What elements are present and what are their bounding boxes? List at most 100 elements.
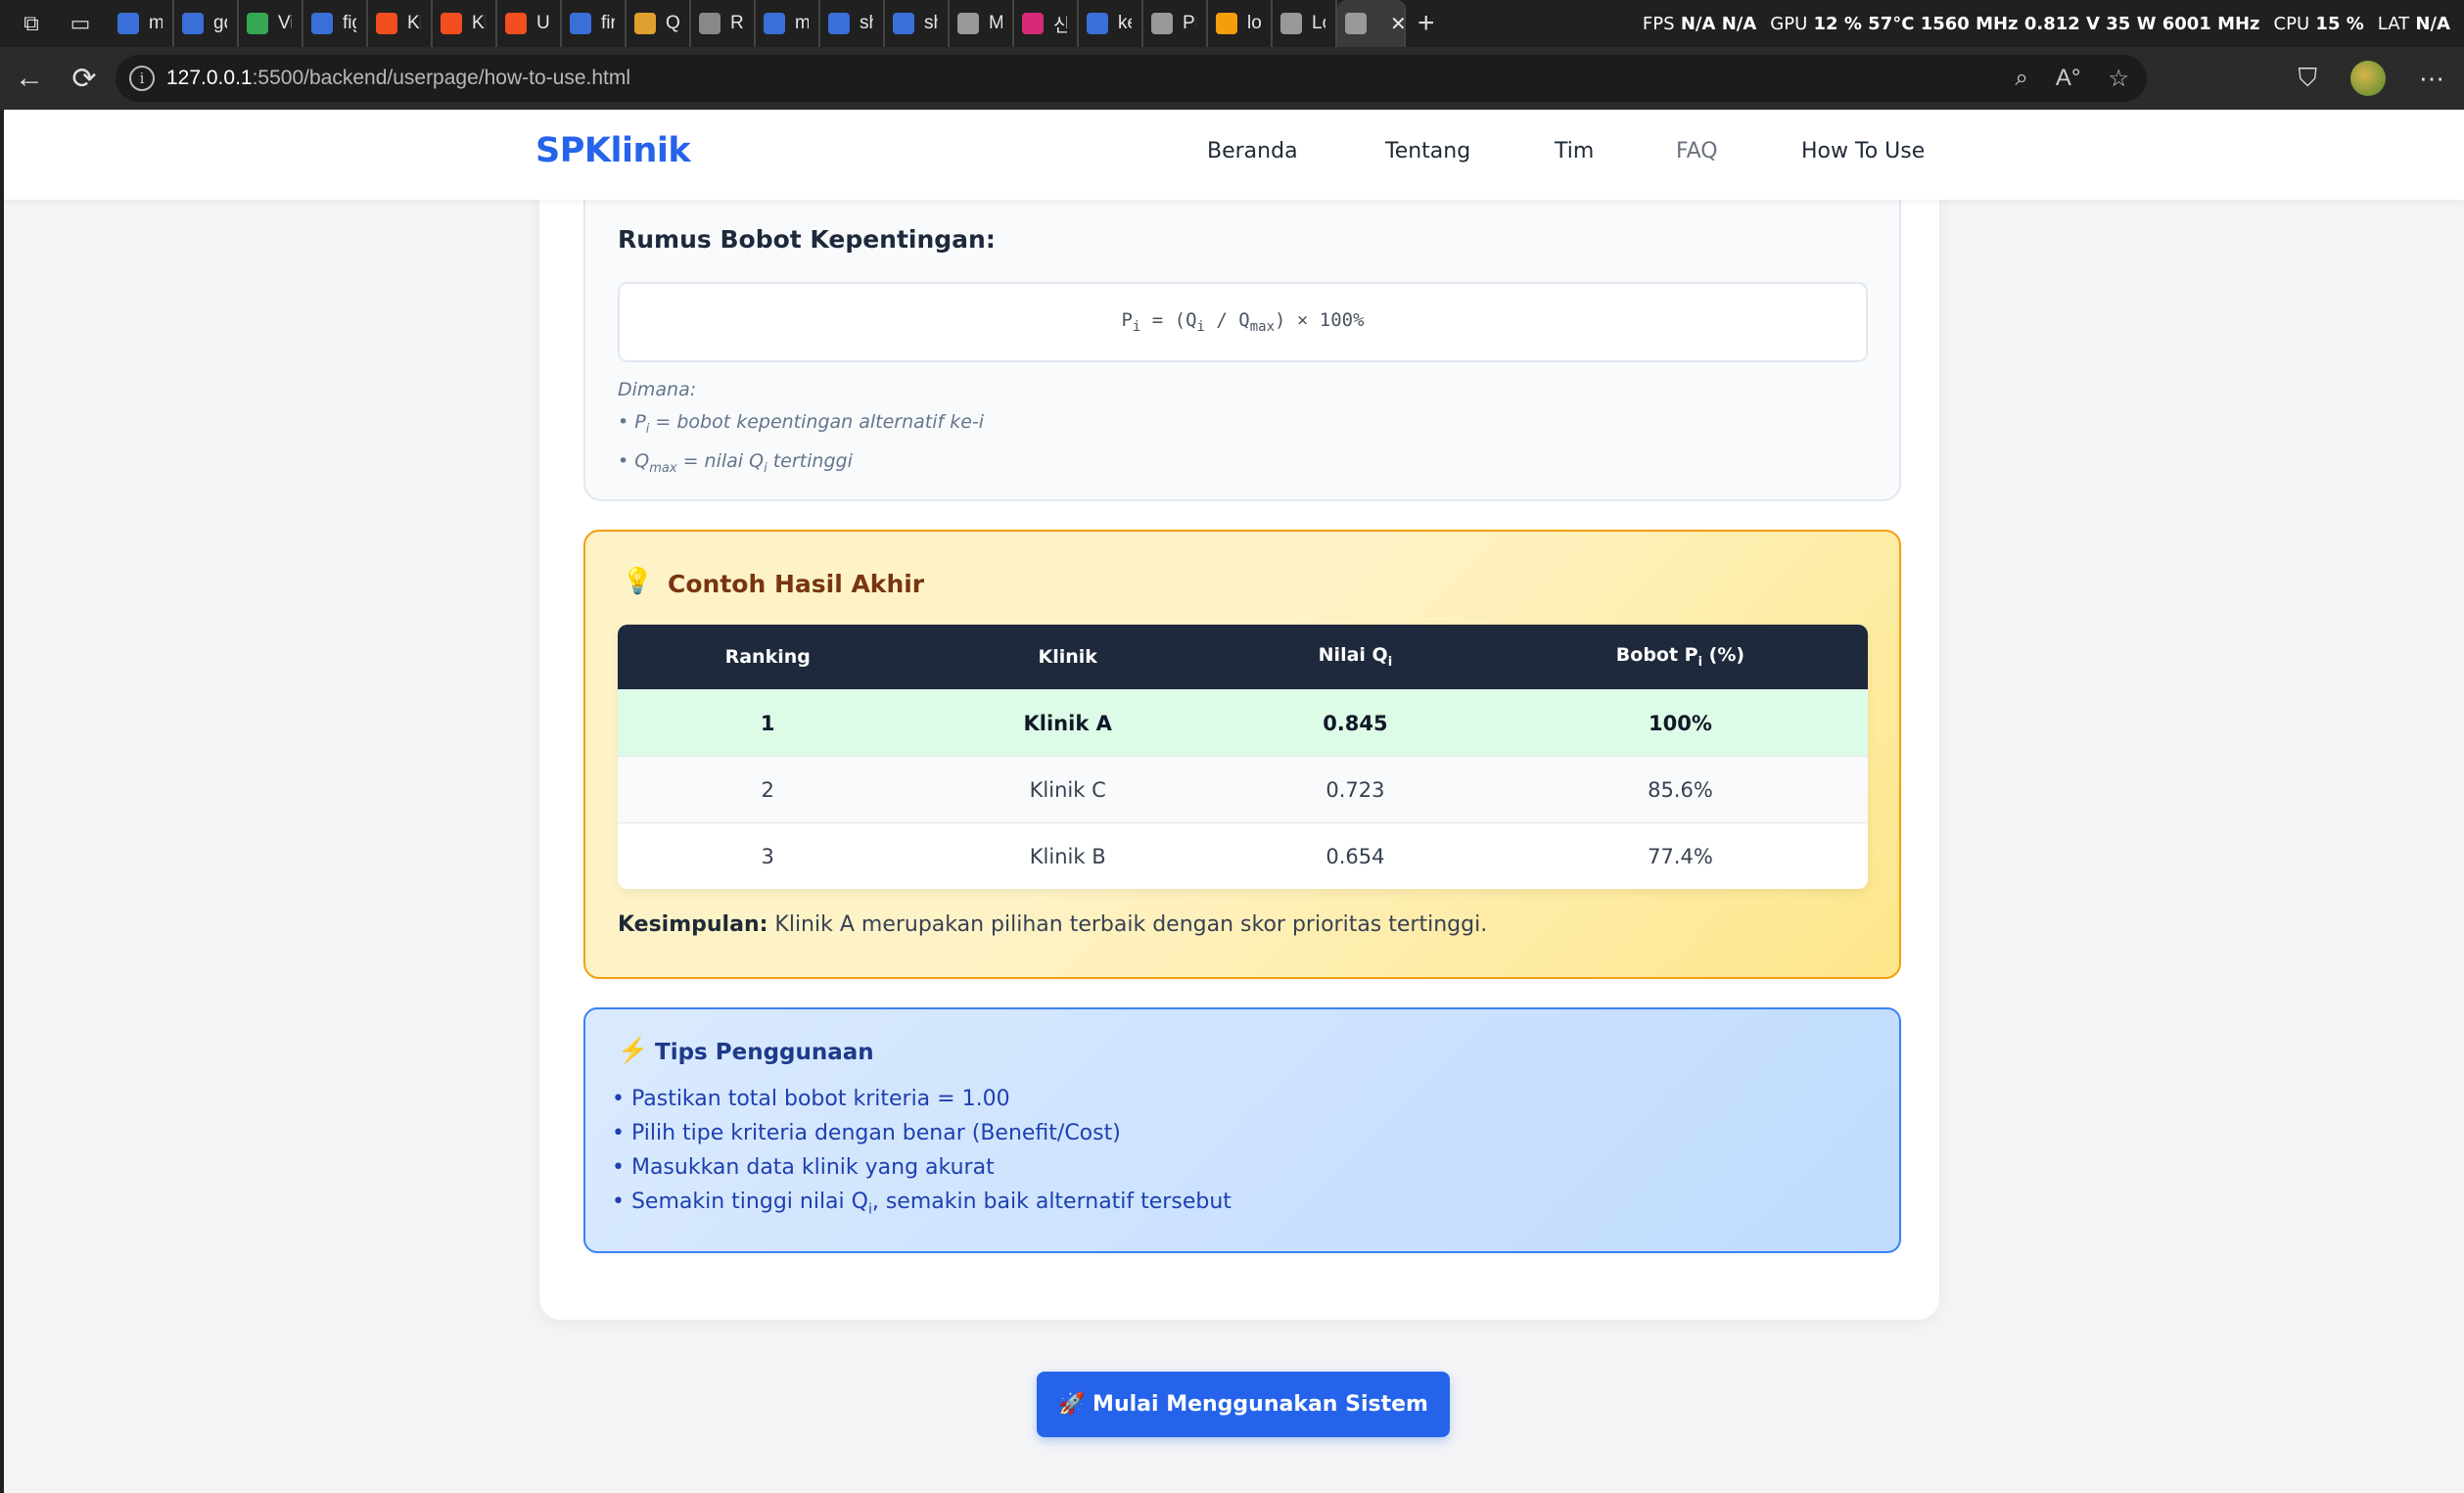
where-item-p: • Pi = bobot kepentingan alternatif ke-i — [618, 411, 985, 437]
tab-favicon-icon — [699, 13, 721, 34]
cell-nilai: 0.654 — [1217, 822, 1493, 889]
cell-klinik: Klinik C — [917, 756, 1218, 822]
cell-klinik: Klinik A — [917, 689, 1218, 756]
list-item: • Pilih tipe kriteria dengan benar (Bene… — [612, 1121, 1121, 1145]
lightbulb-icon: 💡 — [622, 566, 654, 595]
conclusion-text: Kesimpulan: Klinik A merupakan pilihan t… — [618, 912, 1488, 937]
address-bar[interactable]: i 127.0.0.1:5500/backend/userpage/how-to… — [116, 55, 2147, 102]
favorite-star-icon[interactable]: ☆ — [2108, 65, 2129, 93]
tab-strip: magan gdrive Video figma Klinik I Klinik F UI&… — [110, 0, 1406, 47]
tab-title: shin si — [860, 13, 873, 33]
tab-title: Quicks — [666, 13, 679, 33]
browser-tab[interactable]: Projek — [1143, 0, 1208, 47]
nav-faq[interactable]: FAQ — [1676, 139, 1718, 163]
tab-favicon-icon — [1022, 13, 1044, 34]
cell-rank: 3 — [618, 822, 918, 889]
tab-favicon-icon — [570, 13, 591, 34]
list-item: • Semakin tinggi nilai Qi, semakin baik … — [612, 1190, 1232, 1218]
tab-title: kebab — [1118, 13, 1132, 33]
tab-title: Projek — [1183, 13, 1196, 33]
cell-bobot: 77.4% — [1492, 822, 1868, 889]
browser-tab[interactable]: Quicks — [627, 0, 691, 47]
performance-overlay: FPS N/A N/A GPU 12 % 57°C 1560 MHz 0.812… — [1643, 4, 2464, 43]
tab-title: Klinik F — [472, 13, 486, 33]
browser-tab[interactable]: 신시미 — [1014, 0, 1079, 47]
shield-icon[interactable]: ⛉ — [2298, 63, 2317, 94]
browser-tab[interactable]: figma — [303, 0, 368, 47]
browser-tab[interactable]: shin si — [820, 0, 885, 47]
formula-legend: Dimana: • Pi = bobot kepentingan alterna… — [618, 374, 984, 485]
hud-gpu: GPU 12 % 57°C 1560 MHz 0.812 V 35 W 6001… — [1770, 13, 2260, 34]
header-ranking: Ranking — [618, 625, 918, 689]
back-icon[interactable]: ← — [4, 53, 55, 104]
more-menu-icon[interactable]: ⋯ — [2419, 64, 2444, 94]
nav-tim[interactable]: Tim — [1555, 139, 1594, 163]
browser-tab[interactable]: UI&UX — [497, 0, 562, 47]
zoom-icon[interactable]: ⌕ — [2015, 65, 2027, 92]
url-host: 127.0.0.1 — [166, 67, 253, 89]
site-info-icon[interactable]: i — [129, 66, 155, 91]
tab-title: Login — [1312, 13, 1325, 33]
tips-title: Tips Penggunaan — [655, 1040, 874, 1065]
tab-title: Video — [278, 13, 292, 33]
tab-favicon-icon — [957, 13, 979, 34]
tab-favicon-icon — [1151, 13, 1173, 34]
browser-tab[interactable]: Klinik I — [368, 0, 433, 47]
browser-tab[interactable]: Manag — [950, 0, 1014, 47]
cell-rank: 2 — [618, 756, 918, 822]
table-header-row: Ranking Klinik Nilai Qi Bobot Pi (%) — [618, 625, 1868, 689]
new-tab-icon[interactable]: + — [1418, 7, 1435, 40]
start-system-button[interactable]: 🚀 Mulai Menggunakan Sistem — [1037, 1372, 1450, 1437]
tab-favicon-icon — [247, 13, 268, 34]
tab-actions-icon[interactable]: ▭ — [63, 6, 98, 41]
header-nilai: Nilai Qi — [1217, 625, 1493, 689]
tab-title: UI&UX — [536, 13, 550, 33]
tab-close-icon[interactable]: ✕ — [1390, 12, 1404, 36]
nav-how-to-use[interactable]: How To Use — [1801, 139, 1925, 163]
browser-tab[interactable]: gdrive — [174, 0, 239, 47]
browser-toolbar: ← ⟳ i 127.0.0.1:5500/backend/userpage/ho… — [0, 47, 2464, 110]
tab-favicon-icon — [441, 13, 462, 34]
browser-tab[interactable]: magan — [110, 0, 174, 47]
tab-favicon-icon — [893, 13, 914, 34]
cell-bobot: 100% — [1492, 689, 1868, 756]
nav-beranda[interactable]: Beranda — [1207, 139, 1298, 163]
example-title: Contoh Hasil Akhir — [668, 570, 925, 598]
url-path: :5500/backend/userpage/how-to-use.html — [252, 67, 631, 89]
tab-favicon-icon — [1280, 13, 1302, 34]
site-navbar: SPKlinik Beranda Tentang Tim FAQ How To … — [4, 110, 2464, 200]
tab-favicon-icon — [182, 13, 204, 34]
read-aloud-icon[interactable]: A° — [2056, 65, 2081, 92]
tab-title: gdrive — [213, 13, 227, 33]
tab-favicon-icon — [117, 13, 139, 34]
table-row: 1 Klinik A 0.845 100% — [618, 689, 1868, 756]
browser-tab[interactable]: magan — [756, 0, 820, 47]
browser-tab[interactable]: Video — [239, 0, 303, 47]
lightning-icon: ⚡ — [618, 1037, 649, 1064]
tab-favicon-icon — [634, 13, 656, 34]
browser-tab[interactable]: localh — [1208, 0, 1273, 47]
browser-tab[interactable]: C✕ — [1337, 0, 1406, 47]
workspaces-icon[interactable]: ⧉ — [14, 6, 49, 41]
browser-tab[interactable]: shin si — [885, 0, 950, 47]
nav-tentang[interactable]: Tentang — [1385, 139, 1470, 163]
browser-tab[interactable]: Resep — [691, 0, 756, 47]
tab-favicon-icon — [376, 13, 397, 34]
browser-tab[interactable]: kebab — [1079, 0, 1143, 47]
cell-nilai: 0.845 — [1217, 689, 1493, 756]
tab-favicon-icon — [1087, 13, 1108, 34]
tab-title: figma — [343, 13, 356, 33]
tab-title: localh — [1247, 13, 1261, 33]
tab-title: shin si — [924, 13, 938, 33]
browser-tab[interactable]: firebas — [562, 0, 627, 47]
header-bobot: Bobot Pi (%) — [1492, 625, 1868, 689]
reload-icon[interactable]: ⟳ — [59, 53, 110, 104]
profile-avatar[interactable] — [2350, 61, 2386, 96]
tab-title: Resep — [730, 13, 744, 33]
browser-tab[interactable]: Klinik F — [433, 0, 497, 47]
tab-favicon-icon — [505, 13, 527, 34]
browser-tab[interactable]: Login — [1273, 0, 1337, 47]
tab-favicon-icon — [311, 13, 333, 34]
tab-title: magan — [795, 13, 809, 34]
tips-list: • Pastikan total bobot kriteria = 1.00 •… — [612, 1082, 1232, 1227]
